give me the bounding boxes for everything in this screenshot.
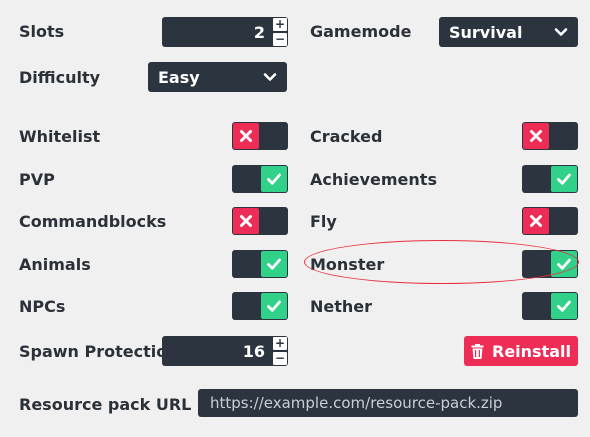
spawn-protection-increment-button[interactable]: + (273, 337, 287, 350)
whitelist-toggle[interactable] (232, 122, 288, 150)
spawn-protection-value[interactable]: 16 (243, 342, 273, 361)
chevron-down-icon (554, 28, 568, 36)
difficulty-value: Easy (158, 67, 200, 87)
monster-toggle[interactable] (522, 250, 578, 278)
pvp-label: PVP (19, 170, 55, 189)
toggle-knob-off (523, 123, 549, 149)
commandblocks-toggle[interactable] (232, 207, 288, 235)
resource-pack-url-input[interactable]: https://example.com/resource-pack.zip (198, 389, 578, 417)
fly-toggle[interactable] (522, 207, 578, 235)
npcs-toggle[interactable] (232, 292, 288, 320)
cracked-label: Cracked (310, 127, 383, 146)
animals-toggle[interactable] (232, 250, 288, 278)
x-icon (240, 215, 252, 227)
toggle-knob-on (261, 251, 287, 277)
toggle-knob-off (523, 208, 549, 234)
nether-label: Nether (310, 297, 373, 316)
difficulty-label: Difficulty (19, 68, 101, 87)
spawn-protection-label: Spawn Protection (19, 342, 179, 361)
toggle-knob-on (551, 166, 577, 192)
spawn-protection-decrement-button[interactable]: − (273, 352, 287, 365)
toggle-knob-on (261, 293, 287, 319)
cracked-toggle[interactable] (522, 122, 578, 150)
x-icon (240, 130, 252, 142)
spawn-protection-stepper-buttons: + − (273, 337, 287, 365)
achievements-label: Achievements (310, 170, 437, 189)
check-icon (267, 258, 281, 270)
trash-icon (471, 343, 484, 359)
fly-label: Fly (310, 212, 337, 231)
slots-decrement-button[interactable]: − (273, 33, 287, 46)
toggle-knob-on (551, 293, 577, 319)
toggle-knob-off (233, 123, 259, 149)
check-icon (557, 173, 571, 185)
x-icon (530, 215, 542, 227)
resource-pack-url-value: https://example.com/resource-pack.zip (210, 394, 503, 412)
toggle-knob-on (261, 166, 287, 192)
nether-toggle[interactable] (522, 292, 578, 320)
gamemode-select[interactable]: Survival (439, 17, 578, 47)
monster-label: Monster (310, 255, 385, 274)
check-icon (267, 173, 281, 185)
toggle-knob-on (551, 251, 577, 277)
resource-pack-label: Resource pack URL (19, 395, 192, 414)
difficulty-select[interactable]: Easy (148, 62, 287, 92)
commandblocks-label: Commandblocks (19, 212, 167, 231)
achievements-toggle[interactable] (522, 165, 578, 193)
check-icon (267, 300, 281, 312)
reinstall-label: Reinstall (492, 341, 571, 361)
gamemode-value: Survival (449, 22, 523, 42)
slots-label: Slots (19, 22, 65, 41)
npcs-label: NPCs (19, 297, 66, 316)
slots-stepper[interactable]: 2 + − (162, 17, 288, 47)
slots-increment-button[interactable]: + (273, 18, 287, 31)
spawn-protection-stepper[interactable]: 16 + − (162, 336, 288, 366)
slots-value[interactable]: 2 (254, 23, 273, 42)
pvp-toggle[interactable] (232, 165, 288, 193)
whitelist-label: Whitelist (19, 127, 101, 146)
x-icon (530, 130, 542, 142)
chevron-down-icon (263, 73, 277, 81)
check-icon (557, 300, 571, 312)
gamemode-label: Gamemode (310, 22, 412, 41)
toggle-knob-off (233, 208, 259, 234)
animals-label: Animals (19, 255, 91, 274)
slots-stepper-buttons: + − (273, 18, 287, 46)
reinstall-button[interactable]: Reinstall (464, 336, 578, 366)
check-icon (557, 258, 571, 270)
